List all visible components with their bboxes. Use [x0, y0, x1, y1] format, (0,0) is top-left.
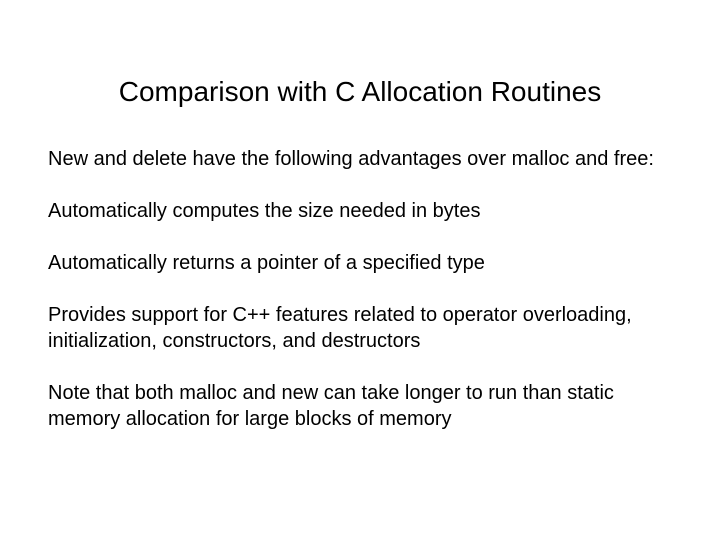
intro-paragraph: New and delete have the following advant…: [48, 146, 672, 172]
advantage-item: Provides support for C++ features relate…: [48, 302, 672, 354]
slide-title: Comparison with C Allocation Routines: [48, 76, 672, 108]
note-paragraph: Note that both malloc and new can take l…: [48, 380, 672, 432]
advantage-item: Automatically computes the size needed i…: [48, 198, 672, 224]
advantage-item: Automatically returns a pointer of a spe…: [48, 250, 672, 276]
